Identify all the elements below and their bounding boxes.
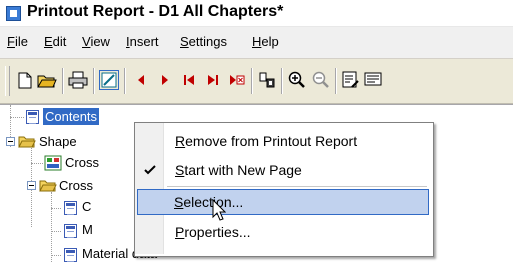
menu-settings[interactable]: Settings	[180, 34, 227, 49]
edit-page-icon[interactable]	[99, 70, 119, 90]
window-title: Printout Report - D1 All Chapters*	[27, 3, 284, 20]
menu-separator	[167, 186, 427, 187]
title-bar: Printout Report - D1 All Chapters*	[0, 0, 513, 27]
open-folder-icon[interactable]	[37, 70, 57, 90]
document-icon	[64, 201, 77, 215]
new-document-icon[interactable]	[15, 70, 35, 90]
tree-connector	[51, 231, 61, 232]
menu-item-properties[interactable]: Properties...	[137, 219, 429, 245]
menu-file[interactable]: File	[7, 34, 28, 49]
context-menu: Remove from Printout Report Start with N…	[134, 122, 434, 257]
collapse-expander-icon[interactable]	[27, 181, 36, 190]
menu-item-start-with-new-page[interactable]: Start with New Page	[137, 157, 429, 183]
menu-insert[interactable]: Insert	[126, 34, 159, 49]
print-icon[interactable]	[68, 70, 88, 90]
menu-item-label: Start with New Page	[175, 162, 302, 178]
menu-item-selection[interactable]: Selection...	[137, 189, 429, 215]
tree-item-contents[interactable]: Contents	[43, 108, 100, 125]
zoom-in-icon[interactable]	[287, 70, 307, 90]
toolbar-separator	[124, 68, 126, 94]
last-page-icon[interactable]	[203, 70, 223, 90]
first-page-icon[interactable]	[179, 70, 199, 90]
toolbar-separator	[335, 68, 337, 94]
menu-item-remove-from-report[interactable]: Remove from Printout Report	[137, 128, 429, 154]
menu-item-label: Selection...	[174, 194, 243, 210]
layout-icon[interactable]	[257, 70, 277, 90]
menu-item-label: Properties...	[175, 224, 251, 240]
tree-connector	[51, 208, 61, 209]
report-app-icon	[6, 6, 21, 21]
tree-connector	[10, 117, 24, 118]
goto-page-icon[interactable]	[227, 70, 247, 90]
tree-item-cross-2[interactable]: Cross	[59, 178, 93, 193]
tree-item-c[interactable]: C	[82, 199, 91, 214]
mouse-cursor-icon	[212, 199, 226, 221]
menu-edit[interactable]: Edit	[44, 34, 66, 49]
toolbar	[0, 59, 513, 104]
tree-item-m[interactable]: M	[82, 222, 93, 237]
toolbar-separator	[93, 68, 95, 94]
menu-help[interactable]: Help	[252, 34, 279, 49]
menu-item-label: Remove from Printout Report	[175, 133, 358, 149]
zoom-out-icon[interactable]	[311, 70, 331, 90]
next-icon[interactable]	[155, 70, 175, 90]
tree-item-shape[interactable]: Shape	[39, 134, 77, 149]
document-icon	[64, 224, 77, 238]
menu-view[interactable]: View	[82, 34, 110, 49]
folder-open-icon	[39, 180, 57, 192]
properties-icon[interactable]	[341, 70, 361, 90]
collapse-expander-icon[interactable]	[6, 137, 15, 146]
check-icon	[144, 165, 156, 175]
print-preview-icon[interactable]	[363, 70, 383, 90]
toolbar-separator	[251, 68, 253, 94]
previous-icon[interactable]	[131, 70, 151, 90]
folder-open-icon	[18, 136, 36, 148]
toolbar-separator	[281, 68, 283, 94]
tree-item-cross-1[interactable]: Cross	[65, 155, 99, 170]
tree-connector	[51, 255, 61, 256]
toolbar-separator	[62, 68, 64, 94]
document-icon	[64, 248, 77, 262]
contents-document-icon	[26, 110, 39, 124]
cross-section-icon	[44, 155, 62, 171]
menu-bar: File Edit View Insert Settings Help	[0, 27, 513, 59]
tree-connector	[51, 192, 52, 262]
tree-connector	[31, 163, 43, 164]
toolbar-grip[interactable]	[5, 66, 10, 96]
